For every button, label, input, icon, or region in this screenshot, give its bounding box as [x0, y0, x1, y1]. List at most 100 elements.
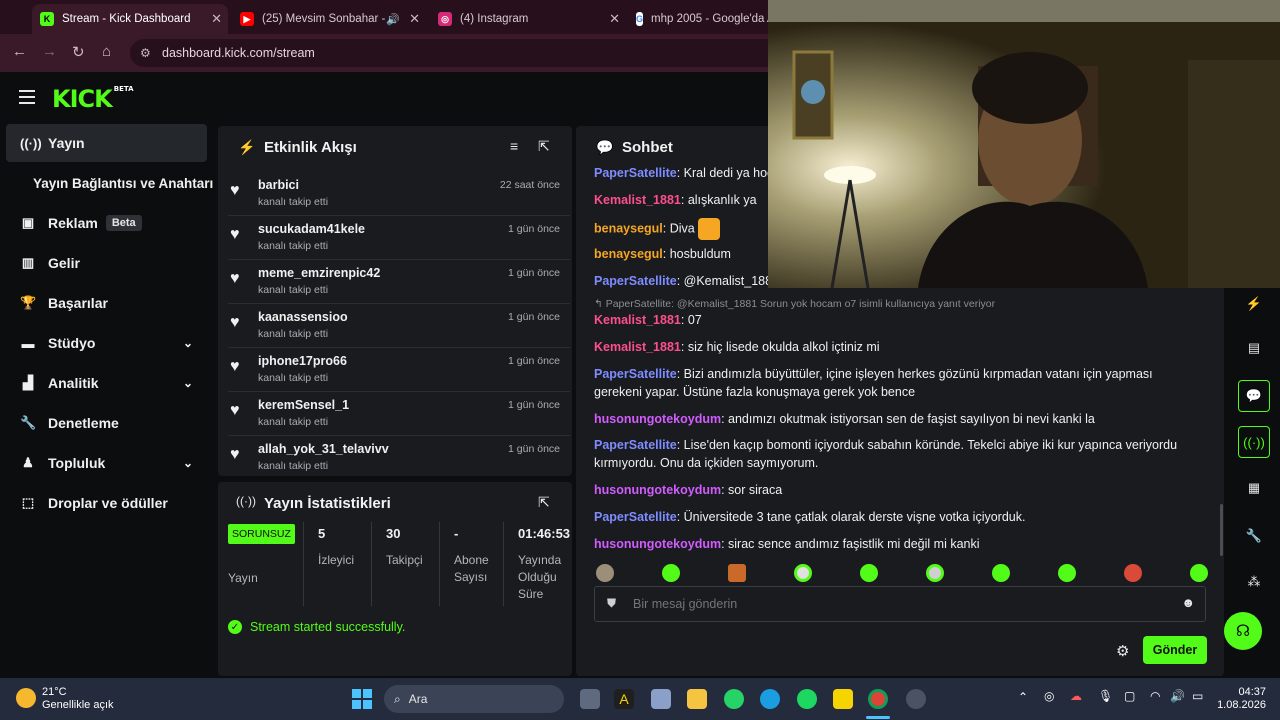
sidebar-item-reklam[interactable]: ▣ Reklam Beta: [6, 204, 207, 242]
sidebar-item-denetleme[interactable]: 🔧 Denetleme: [6, 404, 207, 442]
popout-icon[interactable]: ⇱: [538, 138, 550, 155]
menu-icon[interactable]: [19, 90, 35, 104]
chat-scrollbar[interactable]: [1220, 504, 1223, 556]
emoji-icon[interactable]: ☻: [1181, 595, 1195, 610]
battery-icon[interactable]: ▭: [1192, 689, 1203, 703]
follower-name[interactable]: barbici: [258, 178, 299, 192]
wrench-icon[interactable]: 🔧: [1238, 520, 1270, 552]
settings-gear-icon[interactable]: ⚙: [1116, 642, 1129, 660]
microphone-icon[interactable]: 🎙: [1098, 689, 1113, 703]
send-button[interactable]: Gönder: [1143, 636, 1207, 664]
heart-icon: ♥: [230, 226, 240, 243]
chat-username[interactable]: PaperSatellite: [594, 438, 677, 452]
chat-username[interactable]: Kemalist_1881: [594, 313, 681, 327]
browser-tab-google[interactable]: G mhp 2005 - Google'da Ar: [628, 4, 768, 34]
notes-icon[interactable]: ▤: [1238, 332, 1270, 364]
sidebar-item-droplar[interactable]: ⬚ Droplar ve ödüller: [6, 484, 207, 522]
site-info-icon[interactable]: ⚙: [140, 46, 151, 60]
chat-username[interactable]: benaysegul: [594, 247, 663, 261]
emote-icon[interactable]: [1058, 564, 1076, 582]
chrome-icon[interactable]: [868, 689, 888, 709]
close-tab-icon[interactable]: ✕: [609, 11, 620, 27]
reply-preview: ↰ PaperSatellite: @Kemalist_1881 Sorun y…: [594, 298, 996, 310]
emote-icon[interactable]: [596, 564, 614, 582]
kick-logo[interactable]: KICK BETA: [52, 85, 134, 113]
emote-icon[interactable]: [1190, 564, 1208, 582]
wifi-icon[interactable]: ◠: [1150, 689, 1160, 703]
taskbar-search[interactable]: ⌕ Ara: [384, 685, 564, 713]
browser-tab-youtube[interactable]: ▶ (25) Mevsim Sonbahar - Yo 🔊 ✕: [232, 4, 426, 34]
whatsapp-icon[interactable]: [724, 689, 744, 709]
media-icon[interactable]: ▦: [1238, 472, 1270, 504]
browser-tab-kick[interactable]: K Stream - Kick Dashboard ✕: [32, 4, 228, 34]
home-icon[interactable]: ⌂: [102, 43, 111, 60]
filter-icon[interactable]: ≡: [510, 138, 518, 154]
chat-username[interactable]: benaysegul: [594, 221, 663, 235]
support-headset-icon[interactable]: ☊: [1224, 612, 1262, 650]
edge-icon[interactable]: [760, 689, 780, 709]
emote-icon[interactable]: [728, 564, 746, 582]
follower-name[interactable]: sucukadam41kele: [258, 222, 365, 236]
sidebar-item-stream-key[interactable]: Yayın Bağlantısı ve Anahtarı: [6, 164, 213, 202]
chat-username[interactable]: PaperSatellite: [594, 367, 677, 381]
follower-name[interactable]: iphone17pro66: [258, 354, 347, 368]
chat-username[interactable]: Kemalist_1881: [594, 193, 681, 207]
weather-widget[interactable]: 21°C Genellikle açık: [42, 686, 114, 712]
follower-name[interactable]: allah_yok_31_telavivv: [258, 442, 389, 456]
sidebar-item-analitik[interactable]: ▟ Analitik ⌄: [6, 364, 207, 402]
chat-username[interactable]: husonungotekoydum: [594, 412, 721, 426]
shield-icon[interactable]: ⛊: [607, 596, 616, 611]
sidebar-item-yayin[interactable]: ((·)) Yayın: [6, 124, 207, 162]
chevron-up-icon[interactable]: ⌃: [1018, 690, 1028, 704]
system-clock[interactable]: 04:37 1.08.2026: [1217, 686, 1266, 712]
sidebar-item-topluluk[interactable]: ♟ Topluluk ⌄: [6, 444, 207, 482]
back-icon[interactable]: ←: [12, 43, 27, 60]
chat-username[interactable]: husonungotekoydum: [594, 483, 721, 497]
emote-icon[interactable]: [992, 564, 1010, 582]
chat-username[interactable]: PaperSatellite: [594, 274, 677, 288]
sidebar-item-studyo[interactable]: ▬ Stüdyo ⌄: [6, 324, 207, 362]
spotify-icon[interactable]: [797, 689, 817, 709]
close-tab-icon[interactable]: ✕: [409, 11, 420, 27]
follower-name[interactable]: keremSensel_1: [258, 398, 349, 412]
lightning-icon[interactable]: ⚡: [1238, 288, 1270, 320]
app-a-icon[interactable]: A: [614, 689, 634, 709]
task-view-icon[interactable]: [580, 689, 600, 709]
chat-username[interactable]: husonungotekoydum: [594, 537, 721, 551]
emote-icon[interactable]: [1124, 564, 1142, 582]
sidebar-item-label: Yayın Bağlantısı ve Anahtarı: [33, 175, 214, 191]
activity-feed-title: Etkinlik Akışı: [264, 139, 357, 156]
emote-icon[interactable]: [794, 564, 812, 582]
chat-username[interactable]: PaperSatellite: [594, 510, 677, 524]
speaker-icon[interactable]: 🔊: [386, 13, 400, 26]
volume-icon[interactable]: 🔊: [1170, 689, 1185, 703]
windows-start-icon[interactable]: [352, 689, 372, 709]
tray-app-icon[interactable]: ◎: [1044, 689, 1054, 703]
reload-icon[interactable]: ↻: [72, 43, 85, 61]
chat-message-input[interactable]: [631, 593, 1171, 615]
emote-icon[interactable]: [860, 564, 878, 582]
share-icon[interactable]: ⁂: [1238, 566, 1270, 598]
keyboard-app-icon[interactable]: [651, 689, 671, 709]
tray-record-icon[interactable]: ☁: [1070, 689, 1082, 703]
sidebar-item-gelir[interactable]: ▥ Gelir: [6, 244, 207, 282]
emote-icon[interactable]: [662, 564, 680, 582]
broadcast-icon[interactable]: ((·)): [1238, 426, 1270, 458]
tray-device-icon[interactable]: ▢: [1124, 689, 1135, 703]
file-explorer-icon[interactable]: [687, 689, 707, 709]
close-tab-icon[interactable]: ✕: [211, 11, 222, 27]
activity-time: 1 gün önce: [508, 355, 560, 367]
chat-bubble-icon[interactable]: 💬: [1238, 380, 1270, 412]
sidebar-item-basarilar[interactable]: 🏆 Başarılar: [6, 284, 207, 322]
emote-icon[interactable]: [926, 564, 944, 582]
follower-name[interactable]: meme_emzirenpic42: [258, 266, 380, 280]
obs-icon[interactable]: [906, 689, 926, 709]
chat-username[interactable]: Kemalist_1881: [594, 340, 681, 354]
sticky-notes-icon[interactable]: [833, 689, 853, 709]
popout-icon[interactable]: ⇱: [538, 494, 550, 511]
chat-username[interactable]: PaperSatellite: [594, 166, 677, 180]
stream-stats-panel: ((·)) Yayın İstatistikleri ⇱ SORUNSUZ Ya…: [218, 482, 572, 676]
browser-tab-instagram[interactable]: ◎ (4) Instagram ✕: [430, 4, 626, 34]
forward-icon[interactable]: →: [42, 43, 57, 60]
follower-name[interactable]: kaanassensioo: [258, 310, 348, 324]
